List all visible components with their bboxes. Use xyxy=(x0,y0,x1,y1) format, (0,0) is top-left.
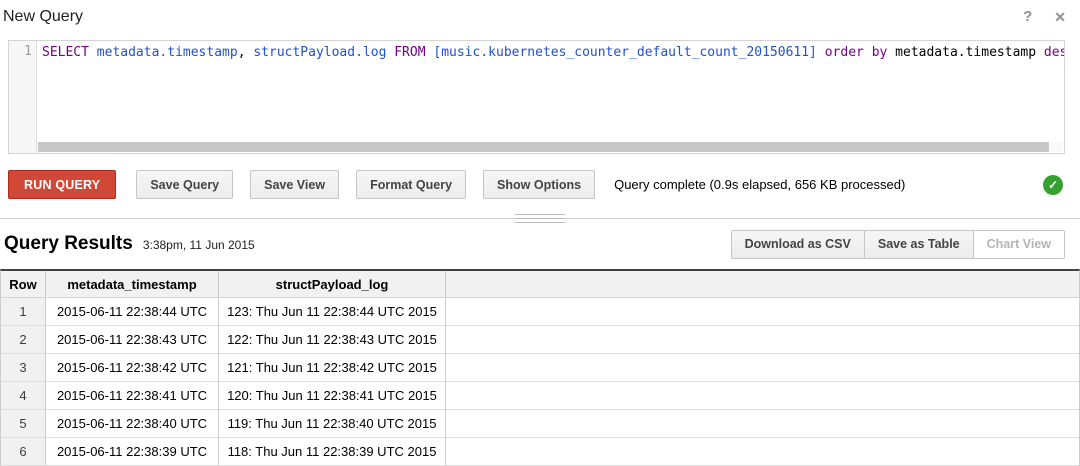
data-cell: 121: Thu Jun 11 22:38:42 UTC 2015 xyxy=(219,354,446,381)
run-query-button[interactable]: RUN QUERY xyxy=(8,170,116,199)
data-cell: 2015-06-11 22:38:43 UTC xyxy=(46,326,219,353)
toolbar-buttons: Save Query Save View Format Query Show Opti… xyxy=(136,170,612,199)
help-icon[interactable]: ? xyxy=(1021,8,1034,26)
row-filler-cell xyxy=(446,410,1079,437)
row-filler-cell xyxy=(446,298,1079,325)
code-token-field: structPayload.log xyxy=(253,45,386,60)
code-token-plain xyxy=(89,45,97,60)
row-filler-cell xyxy=(446,326,1079,353)
table-row: 32015-06-11 22:38:42 UTC121: Thu Jun 11 … xyxy=(1,354,1079,382)
table-row: 62015-06-11 22:38:39 UTC118: Thu Jun 11 … xyxy=(1,438,1079,466)
results-timestamp: 3:38pm, 11 Jun 2015 xyxy=(143,238,255,252)
code-token-keyword: FROM xyxy=(394,45,425,60)
data-cell: 118: Thu Jun 11 22:38:39 UTC 2015 xyxy=(219,438,446,465)
table-row: 12015-06-11 22:38:44 UTC123: Thu Jun 11 … xyxy=(1,298,1079,326)
data-cell: 119: Thu Jun 11 22:38:40 UTC 2015 xyxy=(219,410,446,437)
data-cell: 2015-06-11 22:38:40 UTC xyxy=(46,410,219,437)
row-filler-cell xyxy=(446,438,1079,465)
row-number-cell: 6 xyxy=(1,438,46,465)
code-token-plain: metadata.timestamp xyxy=(887,45,1044,60)
row-number-cell: 1 xyxy=(1,298,46,325)
results-table: Rowmetadata_timestampstructPayload_log 1… xyxy=(0,269,1080,466)
editor-code-area[interactable]: SELECT metadata.timestamp, structPayload… xyxy=(38,41,1064,153)
code-token-keyword: SELECT xyxy=(42,45,89,60)
line-number: 1 xyxy=(9,44,32,59)
row-number-cell: 5 xyxy=(1,410,46,437)
row-filler-cell xyxy=(446,354,1079,381)
row-number-cell: 4 xyxy=(1,382,46,409)
data-cell: 2015-06-11 22:38:42 UTC xyxy=(46,354,219,381)
close-icon[interactable]: ✕ xyxy=(1052,8,1068,26)
code-token-keyword: by xyxy=(872,45,888,60)
results-header: Query Results 3:38pm, 11 Jun 2015 Downlo… xyxy=(0,219,1080,269)
code-token-plain xyxy=(817,45,825,60)
table-body: 12015-06-11 22:38:44 UTC123: Thu Jun 11 … xyxy=(1,298,1079,466)
button-chart-view: Chart View xyxy=(973,230,1065,259)
column-header-metadata-timestamp: metadata_timestamp xyxy=(46,271,219,297)
data-cell: 2015-06-11 22:38:39 UTC xyxy=(46,438,219,465)
table-row: 22015-06-11 22:38:43 UTC122: Thu Jun 11 … xyxy=(1,326,1079,354)
panel-divider xyxy=(0,218,1080,219)
editor-gutter: 1 xyxy=(9,41,37,153)
data-cell: 123: Thu Jun 11 22:38:44 UTC 2015 xyxy=(219,298,446,325)
results-title: Query Results xyxy=(4,233,133,255)
code-token-plain xyxy=(864,45,872,60)
row-filler-cell xyxy=(446,382,1079,409)
row-number-cell: 2 xyxy=(1,326,46,353)
button-download-as-csv[interactable]: Download as CSV xyxy=(731,230,865,259)
page-title: New Query xyxy=(3,8,83,26)
table-header-row: Rowmetadata_timestampstructPayload_log xyxy=(1,271,1079,298)
header-filler-cell xyxy=(446,271,1079,297)
column-header-row: Row xyxy=(1,271,46,297)
splitter-handle-icon[interactable] xyxy=(515,214,565,223)
code-token-keyword: order xyxy=(825,45,864,60)
query-editor[interactable]: 1 SELECT metadata.timestamp, structPaylo… xyxy=(8,40,1065,154)
data-cell: 120: Thu Jun 11 22:38:41 UTC 2015 xyxy=(219,382,446,409)
query-success-icon: ✓ xyxy=(1043,175,1063,195)
query-code-line[interactable]: SELECT metadata.timestamp, structPayload… xyxy=(42,44,1064,61)
code-token-field: metadata.timestamp xyxy=(97,45,238,60)
results-buttons: Download as CSVSave as TableChart View xyxy=(731,230,1065,259)
row-number-cell: 3 xyxy=(1,354,46,381)
column-header-structpayload-log: structPayload_log xyxy=(219,271,446,297)
button-save-query[interactable]: Save Query xyxy=(136,170,233,199)
data-cell: 2015-06-11 22:38:41 UTC xyxy=(46,382,219,409)
code-token-field: [music.kubernetes_counter_default_count_… xyxy=(433,45,817,60)
data-cell: 2015-06-11 22:38:44 UTC xyxy=(46,298,219,325)
results-title-block: Query Results 3:38pm, 11 Jun 2015 xyxy=(4,233,255,255)
button-save-as-table[interactable]: Save as Table xyxy=(864,230,974,259)
query-toolbar: RUN QUERY Save Query Save View Format Quer… xyxy=(8,170,1065,199)
table-row: 52015-06-11 22:38:40 UTC119: Thu Jun 11 … xyxy=(1,410,1079,438)
data-cell: 122: Thu Jun 11 22:38:43 UTC 2015 xyxy=(219,326,446,353)
panel-header: New Query ? ✕ xyxy=(0,0,1080,40)
editor-hscrollbar[interactable] xyxy=(38,142,1063,152)
editor-hscrollbar-thumb[interactable] xyxy=(38,142,1049,152)
code-token-keyword: desc xyxy=(1044,45,1064,60)
table-row: 42015-06-11 22:38:41 UTC120: Thu Jun 11 … xyxy=(1,382,1079,410)
query-status-text: Query complete (0.9s elapsed, 656 KB pro… xyxy=(614,177,905,192)
code-token-plain: , xyxy=(238,45,254,60)
button-save-view[interactable]: Save View xyxy=(250,170,339,199)
button-show-options[interactable]: Show Options xyxy=(483,170,595,199)
button-format-query[interactable]: Format Query xyxy=(356,170,466,199)
